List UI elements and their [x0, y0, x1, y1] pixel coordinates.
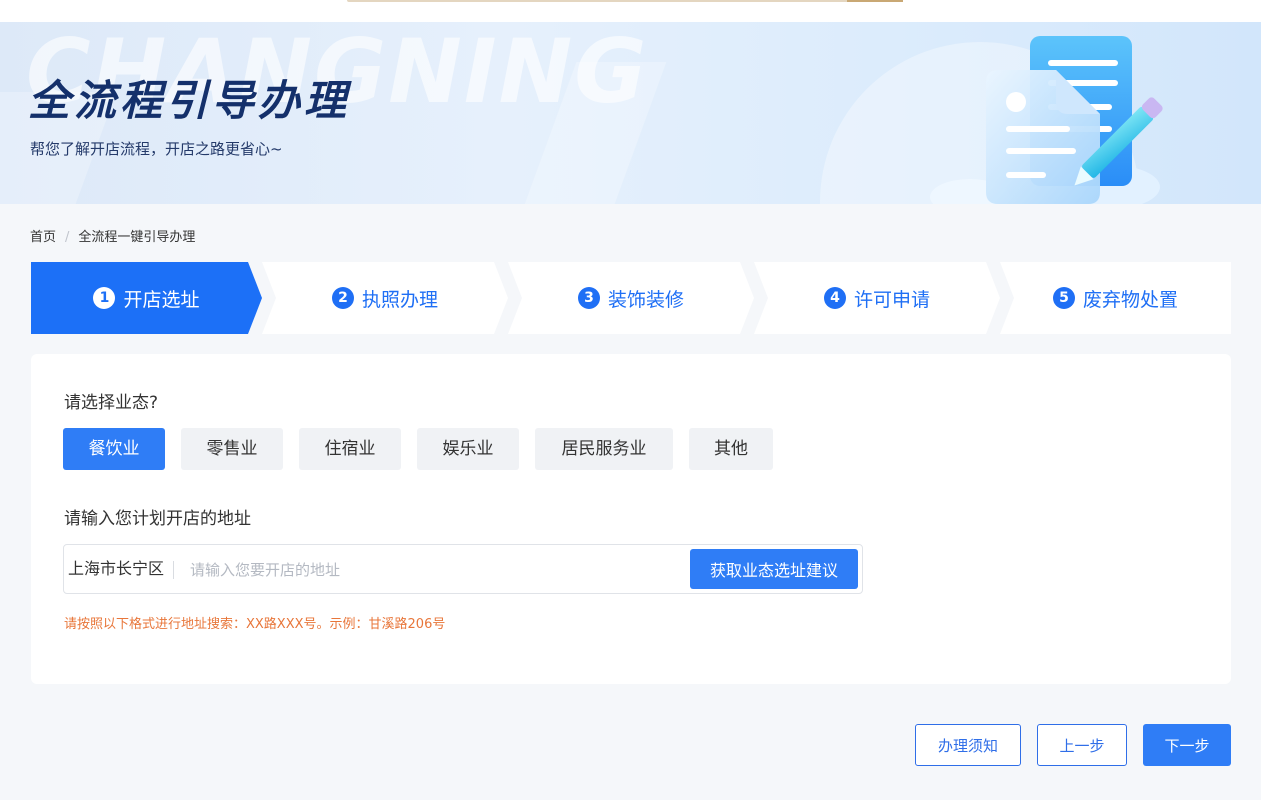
step-number-badge: 3	[578, 287, 600, 309]
step-number-badge: 2	[332, 287, 354, 309]
business-type-resident-services[interactable]: 居民服务业	[535, 428, 673, 470]
step-license[interactable]: 2 执照办理	[262, 262, 508, 334]
top-search-bar-edge	[347, 0, 903, 2]
business-type-other[interactable]: 其他	[689, 428, 773, 470]
business-type-question: 请选择业态?	[64, 393, 159, 413]
notice-button[interactable]: 办理须知	[915, 724, 1021, 766]
page-subtitle: 帮您了解开店流程，开店之路更省心~	[30, 140, 283, 158]
process-steps: 1 开店选址 2 执照办理 3 装饰装修 4 许可申请 5 废弃物处置	[31, 262, 1231, 334]
city-district-label: 上海市长宁区	[68, 559, 165, 578]
step-decoration[interactable]: 3 装饰装修	[508, 262, 754, 334]
step-waste-disposal[interactable]: 5 废弃物处置	[1000, 262, 1231, 334]
step-label: 许可申请	[853, 288, 930, 311]
breadcrumb-current: 全流程一键引导办理	[78, 230, 196, 245]
breadcrumb-separator: /	[65, 230, 70, 245]
document-pencil-icon	[820, 36, 1163, 204]
get-suggestion-button[interactable]: 获取业态选址建议	[690, 549, 858, 589]
step-number-badge: 5	[1052, 287, 1075, 309]
next-step-button[interactable]: 下一步	[1143, 724, 1231, 766]
top-bar	[0, 0, 1261, 22]
step-permit[interactable]: 4 许可申请	[754, 262, 1000, 334]
business-type-entertainment[interactable]: 娱乐业	[417, 428, 519, 470]
step-label: 装饰装修	[607, 288, 684, 311]
step-label: 废弃物处置	[1082, 288, 1178, 311]
address-question: 请输入您计划开店的地址	[64, 509, 251, 529]
business-type-catering[interactable]: 餐饮业	[63, 428, 165, 470]
site-selection-card: 请选择业态? 餐饮业 零售业 住宿业 娱乐业 居民服务业 其他 请输入您计划开店…	[31, 354, 1231, 684]
step-label: 执照办理	[361, 288, 438, 311]
page-title: 全流程引导办理	[28, 76, 351, 125]
step-number-badge: 4	[824, 287, 846, 309]
step-site-selection[interactable]: 1 开店选址	[31, 262, 262, 334]
address-format-hint: 请按照以下格式进行地址搜索：XX路XXX号。示例：甘溪路206号	[64, 617, 446, 632]
business-type-lodging[interactable]: 住宿业	[299, 428, 401, 470]
input-divider	[173, 561, 174, 579]
previous-step-button[interactable]: 上一步	[1037, 724, 1127, 766]
breadcrumb: 首页 / 全流程一键引导办理	[30, 226, 195, 245]
breadcrumb-home[interactable]: 首页	[30, 230, 56, 245]
business-type-retail[interactable]: 零售业	[181, 428, 283, 470]
step-number-badge: 1	[93, 287, 115, 309]
address-input[interactable]	[188, 553, 672, 587]
address-search-box: 上海市长宁区 获取业态选址建议	[63, 544, 863, 594]
step-label: 开店选址	[123, 288, 200, 311]
hero-banner: CHANGNING 全流程引导办理 帮您了解开店流程，开店之路更省心~	[0, 22, 1261, 204]
